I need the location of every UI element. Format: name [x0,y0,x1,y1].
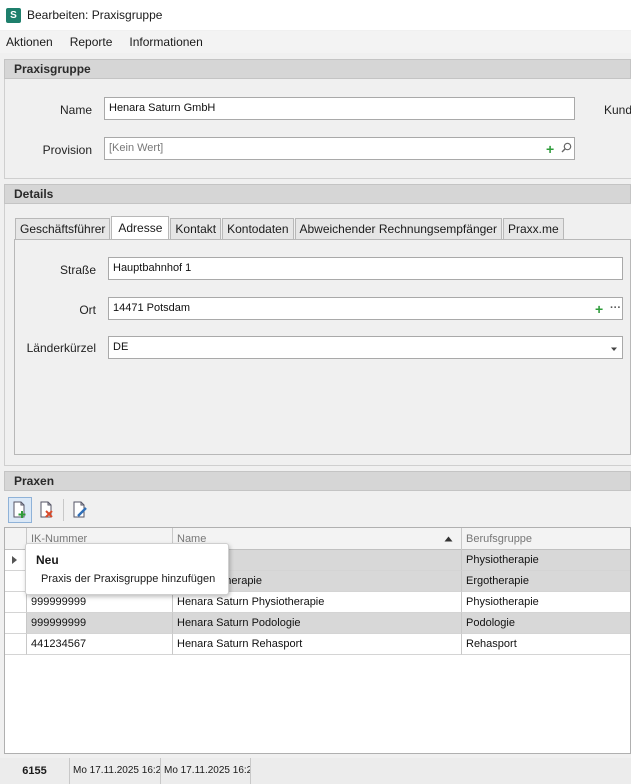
search-icon[interactable] [561,142,572,156]
row-indicator-cell [5,613,27,634]
section-header-praxisgruppe[interactable]: Praxisgruppe [4,59,631,79]
table-row[interactable]: 999999999 Henara Saturn Podologie Podolo… [5,613,630,634]
add-ort-icon[interactable]: + [595,302,603,316]
row-indicator-cell [5,634,27,655]
cell-berufsgruppe: Rehasport [462,634,630,655]
add-record-icon [13,501,26,518]
ellipsis-icon[interactable]: ··· [610,302,621,314]
add-provision-icon[interactable]: + [546,142,554,156]
ort-input[interactable]: 14471 Potsdam [108,297,623,320]
tab-praxx-me[interactable]: Praxx.me [502,218,564,240]
details-tabs: Geschäftsführer Adresse Kontakt Kontodat… [15,216,565,240]
cell-name: Henara Saturn Rehasport [173,634,462,655]
toolbar-separator [63,499,64,521]
laenderkuerzel-select[interactable]: DE [108,336,623,359]
section-praxisgruppe [4,79,631,179]
delete-record-button[interactable] [35,497,59,523]
edit-record-button[interactable] [68,497,92,523]
sort-ascending-icon [444,536,453,542]
tooltip-title: Neu [36,553,59,567]
section-header-details[interactable]: Details [4,184,631,204]
menu-informationen[interactable]: Informationen [129,35,202,49]
status-created: Mo 17.11.2025 16:26 [70,758,161,784]
cell-ik: 999999999 [27,592,173,613]
menu-aktionen[interactable]: Aktionen [6,35,53,49]
cell-berufsgruppe: Physiotherapie [462,592,630,613]
tooltip-neu: Neu Praxis der Praxisgruppe hinzufügen [25,543,229,595]
window-title: Bearbeiten: Praxisgruppe [27,8,163,22]
add-record-button[interactable] [8,497,32,523]
title-bar: S Bearbeiten: Praxisgruppe [0,0,631,30]
provision-label: Provision [42,143,92,157]
cell-berufsgruppe: Physiotherapie [462,550,630,571]
edit-record-icon [73,501,87,518]
ort-label: Ort [79,303,96,317]
row-indicator-cell [5,550,27,571]
row-indicator-header [5,528,27,550]
delete-record-icon [40,501,53,518]
status-bar: 6155 Mo 17.11.2025 16:26 Mo 17.11.2025 1… [0,758,631,784]
name-label: Name [59,103,92,117]
status-record-id: 6155 [0,758,70,784]
app-icon: S [6,7,21,23]
cell-name: Henara Saturn Physiotherapie [173,592,462,613]
tab-adresse[interactable]: Adresse [111,216,170,240]
menu-reporte[interactable]: Reporte [70,35,113,49]
kunde-label: Kund [604,103,631,117]
row-indicator-cell [5,571,27,592]
tooltip-text: Praxis der Praxisgruppe hinzufügen [41,573,216,585]
tab-kontakt[interactable]: Kontakt [170,218,222,240]
column-header-berufsgruppe[interactable]: Berufsgruppe [462,528,630,550]
table-row[interactable]: 441234567 Henara Saturn Rehasport Rehasp… [5,634,630,655]
tab-kontodaten[interactable]: Kontodaten [222,218,294,240]
provision-lookup[interactable]: [Kein Wert] [104,137,575,160]
menu-bar: Aktionen Reporte Informationen [0,31,631,53]
row-indicator-cell [5,592,27,613]
cell-berufsgruppe: Podologie [462,613,630,634]
tab-abweichender-rechnungsempfaenger[interactable]: Abweichender Rechnungsempfänger [294,218,502,240]
laenderkuerzel-label: Länderkürzel [26,341,96,355]
section-header-praxen[interactable]: Praxen [4,471,631,491]
table-row[interactable]: 999999999 Henara Saturn Physiotherapie P… [5,592,630,613]
praxen-toolbar [4,493,631,527]
cell-name: Henara Saturn Podologie [173,613,462,634]
name-input[interactable]: Henara Saturn GmbH [104,97,575,120]
cell-ik: 441234567 [27,634,173,655]
cell-ik: 999999999 [27,613,173,634]
strasse-input[interactable]: Hauptbahnhof 1 [108,257,623,280]
current-row-icon [12,556,17,564]
chevron-down-icon[interactable] [610,343,618,355]
tab-geschaeftsfuehrer[interactable]: Geschäftsführer [15,218,111,240]
cell-berufsgruppe: Ergotherapie [462,571,630,592]
status-modified: Mo 17.11.2025 16:2 [161,758,251,784]
strasse-label: Straße [59,263,96,277]
